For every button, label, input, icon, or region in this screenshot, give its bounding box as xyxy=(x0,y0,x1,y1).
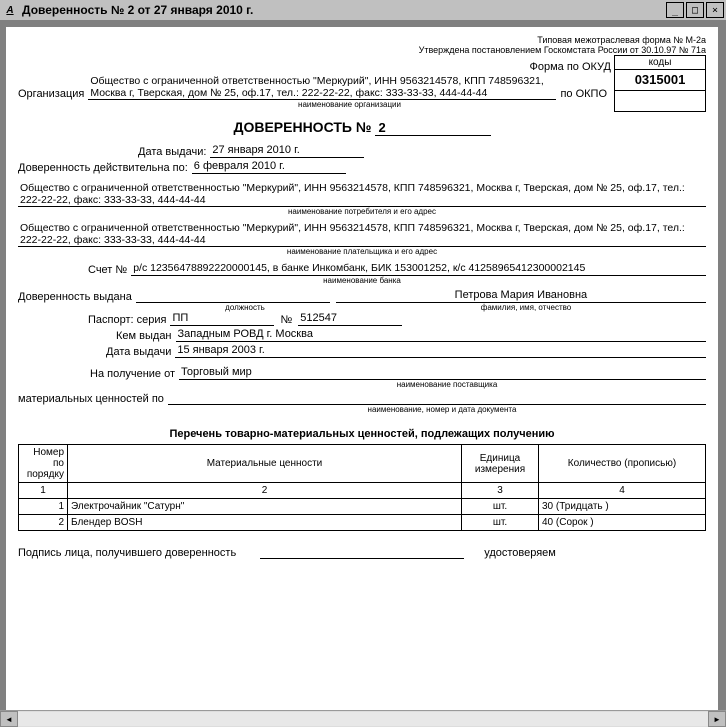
passport-row: Паспорт: серия ПП № 512547 xyxy=(88,312,706,326)
colnum-1: 1 xyxy=(19,483,68,499)
issue-date-row: Дата выдачи: 27 января 2010 г. xyxy=(138,144,706,158)
account-label: Счет № xyxy=(88,264,131,276)
cell-qty: 40 (Сорок ) xyxy=(539,515,706,531)
app-icon: A xyxy=(2,2,18,18)
account-value: р/с 12356478892220000145, в банке Инкомб… xyxy=(131,262,706,276)
payer-caption: наименование плательщика и его адрес xyxy=(18,247,706,256)
supplier-caption: наименование поставщика xyxy=(188,380,706,389)
cell-unit: шт. xyxy=(462,499,539,515)
valid-value: 6 февраля 2010 г. xyxy=(192,160,346,174)
sign-label: Подпись лица, получившего доверенность xyxy=(18,547,240,559)
colnum-4: 4 xyxy=(539,483,706,499)
passport-issuer: Западным РОВД г. Москва xyxy=(176,328,706,342)
issue-date-value: 27 января 2010 г. xyxy=(210,144,364,158)
codes-box: коды 0315001 xyxy=(614,55,706,112)
titlebar: A Доверенность № 2 от 27 января 2010 г. … xyxy=(0,0,726,21)
scroll-track[interactable] xyxy=(18,712,708,726)
doc-number: 2 xyxy=(375,120,491,136)
minimize-button[interactable]: _ xyxy=(666,2,684,18)
passport-date: 15 января 2003 г. xyxy=(175,344,706,358)
passport-number: 512547 xyxy=(298,312,402,326)
cell-qty: 30 (Тридцать ) xyxy=(539,499,706,515)
doc-title-row: ДОВЕРЕННОСТЬ № 2 xyxy=(18,119,706,136)
position-value xyxy=(136,289,330,303)
passport-date-label: Дата выдачи xyxy=(106,346,175,358)
attest-label: удостоверяем xyxy=(484,547,560,559)
passport-series: ПП xyxy=(170,312,274,326)
maximize-button[interactable]: □ xyxy=(686,2,704,18)
app-window: A Доверенность № 2 от 27 января 2010 г. … xyxy=(0,0,726,727)
cell-num: 1 xyxy=(19,499,68,515)
payer-value: Общество с ограниченной ответственностью… xyxy=(18,222,706,247)
values-doc xyxy=(168,391,706,405)
document-page: Типовая межотраслевая форма № М-2а Утвер… xyxy=(6,27,718,717)
valid-until-row: Доверенность действительна по: 6 февраля… xyxy=(18,160,706,174)
passport-issuer-label: Кем выдан xyxy=(116,330,176,342)
supplier-value: Торговый мир xyxy=(179,366,706,380)
approval-line: Утверждена постановлением Госкомстата Ро… xyxy=(18,45,706,55)
col-num: Номер по порядку xyxy=(19,445,68,483)
doc-title: ДОВЕРЕННОСТЬ № xyxy=(233,119,371,135)
issued-to-row: Доверенность выдана Петрова Мария Иванов… xyxy=(18,289,706,303)
col-qty: Количество (прописью) xyxy=(539,445,706,483)
position-caption: должность xyxy=(150,303,340,312)
organization-row: Организация Общество с ограниченной отве… xyxy=(18,75,611,100)
sign-line xyxy=(260,545,464,559)
issued-to-label: Доверенность выдана xyxy=(18,291,136,303)
cell-name: Блендер BOSН xyxy=(68,515,462,531)
receipt-row: На получение от Торговый мир xyxy=(90,366,706,380)
scrollbar-horizontal[interactable]: ◄ ► xyxy=(0,710,726,727)
issue-date-label: Дата выдачи: xyxy=(138,146,210,158)
okud-code: 0315001 xyxy=(615,70,705,91)
org-label: Организация xyxy=(18,88,88,100)
passport-issuer-row: Кем выдан Западным РОВД г. Москва xyxy=(116,328,706,342)
cell-unit: шт. xyxy=(462,515,539,531)
cell-num: 2 xyxy=(19,515,68,531)
viewport: Типовая межотраслевая форма № М-2а Утвер… xyxy=(0,21,726,727)
colnum-3: 3 xyxy=(462,483,539,499)
doc-caption: наименование, номер и дата документа xyxy=(178,405,706,414)
account-row: Счет № р/с 12356478892220000145, в банке… xyxy=(88,262,706,276)
cell-name: Электрочайник "Сатурн" xyxy=(68,499,462,515)
org-caption: наименование организации xyxy=(88,100,611,109)
org-value: Общество с ограниченной ответственностью… xyxy=(88,75,556,100)
passport-num-label: № xyxy=(274,314,298,326)
table-row: 2 Блендер BOSН шт. 40 (Сорок ) xyxy=(19,515,706,531)
passport-label: Паспорт: серия xyxy=(88,314,170,326)
window-title: Доверенность № 2 от 27 января 2010 г. xyxy=(22,3,666,17)
close-button[interactable]: × xyxy=(706,2,724,18)
name-caption: фамилия, имя, отчество xyxy=(346,303,706,312)
issued-to-name: Петрова Мария Ивановна xyxy=(336,289,706,303)
okud-label: Форма по ОКУД xyxy=(18,61,611,73)
footer-row: Подпись лица, получившего доверенность у… xyxy=(18,545,706,559)
receipt-label: На получение от xyxy=(90,368,179,380)
codes-header: коды xyxy=(615,56,705,70)
scroll-right-icon[interactable]: ► xyxy=(708,711,726,727)
col-unit: Единица измерения xyxy=(462,445,539,483)
values-label: материальных ценностей по xyxy=(18,393,168,405)
scroll-left-icon[interactable]: ◄ xyxy=(0,711,18,727)
issued-to-captions: должность фамилия, имя, отчество xyxy=(18,303,706,312)
account-caption: наименование банка xyxy=(18,276,706,285)
table-colnum-row: 1 2 3 4 xyxy=(19,483,706,499)
table-row: 1 Электрочайник "Сатурн" шт. 30 (Тридцат… xyxy=(19,499,706,515)
okpo-code-empty xyxy=(615,91,705,111)
valid-label: Доверенность действительна по: xyxy=(18,162,192,174)
consumer-caption: наименование потребителя и его адрес xyxy=(18,207,706,216)
items-table: Номер по порядку Материальные ценности Е… xyxy=(18,444,706,531)
table-title: Перечень товарно-материальных ценностей,… xyxy=(18,428,706,440)
consumer-value: Общество с ограниченной ответственностью… xyxy=(18,182,706,207)
col-name: Материальные ценности xyxy=(68,445,462,483)
colnum-2: 2 xyxy=(68,483,462,499)
values-row: материальных ценностей по xyxy=(18,391,706,405)
okpo-label: по ОКПО xyxy=(556,88,611,100)
form-type-line: Типовая межотраслевая форма № М-2а xyxy=(18,35,706,45)
table-header-row: Номер по порядку Материальные ценности Е… xyxy=(19,445,706,483)
passport-date-row: Дата выдачи 15 января 2003 г. xyxy=(106,344,706,358)
